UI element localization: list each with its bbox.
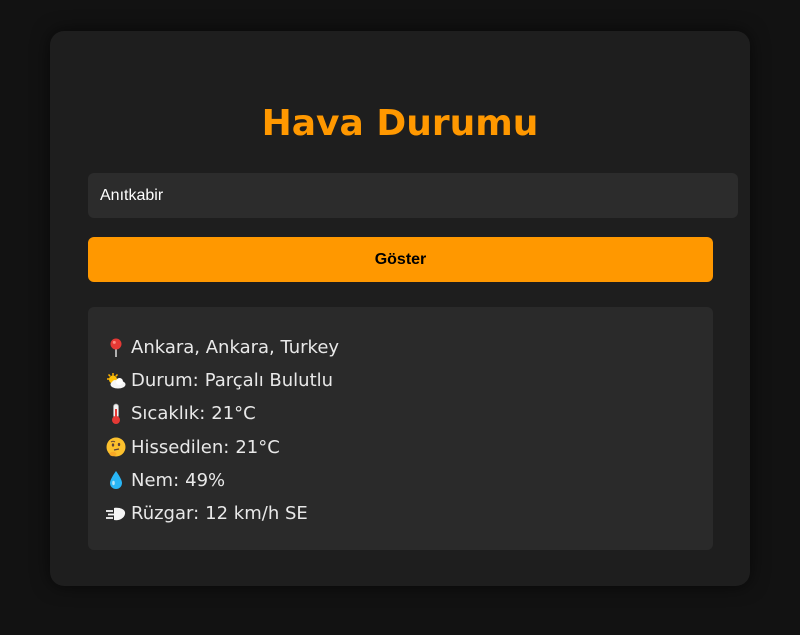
droplet-icon bbox=[105, 469, 127, 491]
feels-like-label: Hissedilen: bbox=[131, 436, 230, 458]
humidity-row: Nem: 49% bbox=[105, 464, 713, 497]
humidity-value: 49% bbox=[185, 469, 226, 491]
feels-like-row: Hissedilen: 21°C bbox=[105, 431, 713, 464]
condition-label: Durum: bbox=[131, 370, 199, 392]
feels-like-value: 21°C bbox=[235, 436, 280, 458]
page-title: Hava Durumu bbox=[261, 103, 539, 144]
wind-row: Rüzgar: 12 km/h SE bbox=[105, 497, 713, 530]
location-row: Ankara, Ankara, Turkey bbox=[105, 331, 713, 364]
temperature-label: Sıcaklık: bbox=[131, 403, 206, 425]
temperature-row: Sıcaklık: 21°C bbox=[105, 397, 713, 430]
thinking-face-icon bbox=[105, 436, 127, 458]
temperature-value: 21°C bbox=[211, 403, 256, 425]
pushpin-icon bbox=[105, 337, 127, 359]
show-weather-button[interactable]: Göster bbox=[88, 237, 713, 282]
sun-behind-cloud-icon bbox=[105, 370, 127, 392]
wind-value: 12 km/h SE bbox=[205, 503, 308, 525]
weather-card: Hava Durumu Göster Ankara, Ankara, Turke… bbox=[50, 31, 750, 586]
condition-value: Parçalı Bulutlu bbox=[204, 370, 334, 392]
wind-icon bbox=[105, 503, 127, 525]
condition-row: Durum: Parçalı Bulutlu bbox=[105, 364, 713, 397]
location-search-input[interactable] bbox=[88, 173, 738, 218]
weather-result-panel: Ankara, Ankara, Turkey Durum: Parçalı Bu… bbox=[88, 307, 713, 550]
wind-label: Rüzgar: bbox=[131, 503, 200, 525]
thermometer-icon bbox=[105, 403, 127, 425]
location-text: Ankara, Ankara, Turkey bbox=[131, 337, 340, 359]
humidity-label: Nem: bbox=[131, 469, 180, 491]
